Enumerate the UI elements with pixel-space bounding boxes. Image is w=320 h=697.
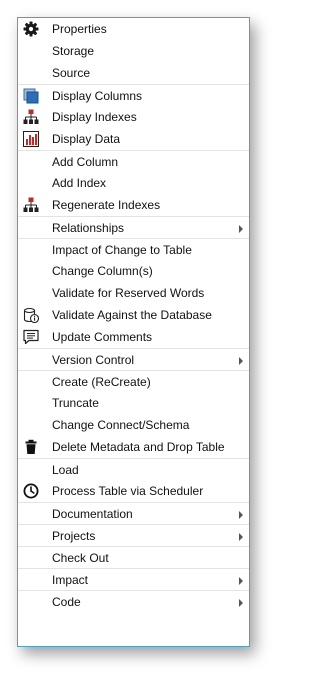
menu-item-label: Properties: [52, 22, 107, 36]
menu-item-label: Projects: [52, 529, 96, 543]
menu-item-add-column[interactable]: Add Column: [18, 150, 249, 172]
submenu-arrow-icon: [239, 357, 243, 365]
menu-item-delete-metadata-drop-table[interactable]: Delete Metadata and Drop Table: [18, 436, 249, 458]
gear-icon: [23, 21, 39, 37]
menu-item-check-out[interactable]: Check Out: [18, 546, 249, 568]
menu-item-label: Display Data: [52, 132, 121, 146]
menu-item-version-control[interactable]: Version Control: [18, 348, 249, 370]
menu-item-label: Source: [52, 66, 91, 80]
menu-item-label: Delete Metadata and Drop Table: [52, 440, 225, 454]
menu-item-label: Load: [52, 463, 79, 477]
menu-item-truncate[interactable]: Truncate: [18, 392, 249, 414]
menu-item-label: Update Comments: [52, 330, 153, 344]
menu-item-label: Display Indexes: [52, 110, 137, 124]
clock-icon: [23, 483, 39, 499]
menu-item-validate-against-database[interactable]: Validate Against the Database: [18, 304, 249, 326]
comment-icon: [23, 329, 39, 345]
bar-chart-icon: [23, 131, 39, 147]
menu-item-relationships[interactable]: Relationships: [18, 216, 249, 238]
menu-item-projects[interactable]: Projects: [18, 524, 249, 546]
hierarchy-icon: [23, 109, 39, 125]
menu-item-regenerate-indexes[interactable]: Regenerate Indexes: [18, 194, 249, 216]
menu-item-label: Truncate: [52, 396, 99, 410]
submenu-arrow-icon: [239, 225, 243, 233]
menu-item-impact[interactable]: Impact: [18, 568, 249, 590]
menu-item-label: Process Table via Scheduler: [52, 484, 204, 498]
menu-item-validate-reserved-words[interactable]: Validate for Reserved Words: [18, 282, 249, 304]
menu-item-update-comments[interactable]: Update Comments: [18, 326, 249, 348]
menu-item-code[interactable]: Code: [18, 590, 249, 612]
trash-icon: [23, 439, 39, 455]
menu-item-display-data[interactable]: Display Data: [18, 128, 249, 150]
menu-item-change-columns[interactable]: Change Column(s): [18, 260, 249, 282]
menu-item-label: Add Index: [52, 176, 107, 190]
submenu-arrow-icon: [239, 599, 243, 607]
menu-item-label: Add Column: [52, 155, 119, 169]
menu-item-label: Relationships: [52, 221, 125, 235]
menu-item-label: Storage: [52, 44, 95, 58]
menu-item-storage[interactable]: Storage: [18, 40, 249, 62]
menu-item-display-indexes[interactable]: Display Indexes: [18, 106, 249, 128]
menu-item-label: Change Connect/Schema: [52, 418, 190, 432]
menu-item-label: Version Control: [52, 353, 135, 367]
context-menu: Properties Storage Source Display Column…: [17, 17, 250, 647]
menu-item-label: Code: [52, 595, 81, 609]
menu-item-display-columns[interactable]: Display Columns: [18, 84, 249, 106]
menu-item-label: Create (ReCreate): [52, 375, 151, 389]
menu-item-label: Validate Against the Database: [52, 308, 212, 322]
menu-item-documentation[interactable]: Documentation: [18, 502, 249, 524]
database-info-icon: [23, 307, 39, 323]
menu-item-label: Display Columns: [52, 89, 143, 103]
menu-item-label: Validate for Reserved Words: [52, 286, 205, 300]
menu-item-label: Impact: [52, 573, 89, 587]
menu-item-create-recreate[interactable]: Create (ReCreate): [18, 370, 249, 392]
menu-item-source[interactable]: Source: [18, 62, 249, 84]
menu-item-load[interactable]: Load: [18, 458, 249, 480]
submenu-arrow-icon: [239, 511, 243, 519]
columns-icon: [23, 88, 39, 104]
hierarchy-icon: [23, 197, 39, 213]
menu-item-label: Regenerate Indexes: [52, 198, 161, 212]
menu-item-label: Documentation: [52, 507, 133, 521]
submenu-arrow-icon: [239, 533, 243, 541]
menu-item-label: Impact of Change to Table: [52, 243, 192, 257]
menu-item-properties[interactable]: Properties: [18, 18, 249, 40]
menu-item-label: Check Out: [52, 551, 109, 565]
submenu-arrow-icon: [239, 577, 243, 585]
menu-item-process-table-scheduler[interactable]: Process Table via Scheduler: [18, 480, 249, 502]
menu-item-impact-of-change[interactable]: Impact of Change to Table: [18, 238, 249, 260]
menu-item-label: Change Column(s): [52, 264, 153, 278]
menu-item-change-connect-schema[interactable]: Change Connect/Schema: [18, 414, 249, 436]
menu-item-add-index[interactable]: Add Index: [18, 172, 249, 194]
